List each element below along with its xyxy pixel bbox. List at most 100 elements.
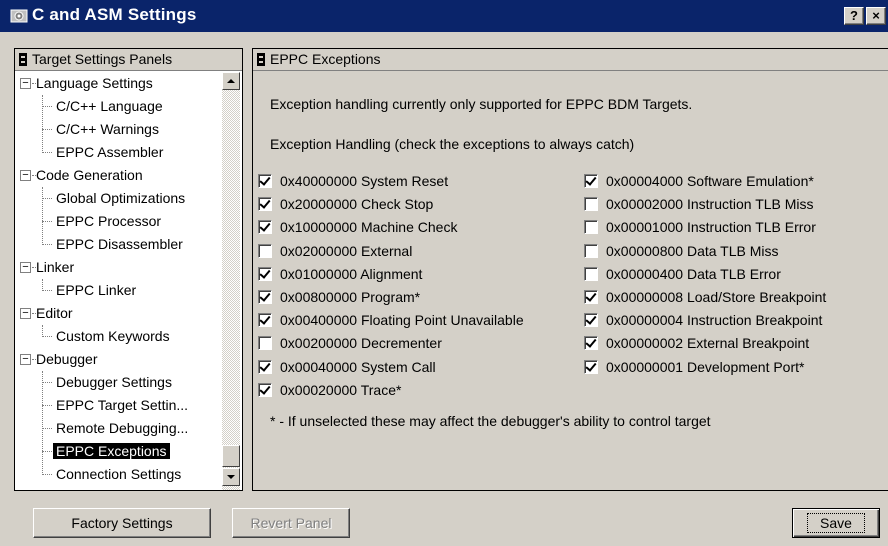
checkbox-checked[interactable] xyxy=(584,174,598,188)
scroll-down-button[interactable] xyxy=(222,468,240,486)
tree-item[interactable]: EPPC Exceptions xyxy=(53,440,170,463)
support-note: Exception handling currently only suppor… xyxy=(270,96,693,112)
checkbox-checked[interactable] xyxy=(258,174,272,188)
window-title: C and ASM Settings xyxy=(32,5,197,24)
tree-item[interactable]: C/C++ Language xyxy=(56,95,163,118)
tree-connector xyxy=(42,279,43,291)
tree-group-4[interactable]: Debugger xyxy=(36,348,98,371)
tree-connector xyxy=(32,267,36,268)
checkbox-unchecked[interactable] xyxy=(258,243,272,258)
tree-item-label: EPPC Exceptions xyxy=(53,443,170,459)
tree-item-label: EPPC Linker xyxy=(56,282,137,298)
checkbox-checked[interactable] xyxy=(258,220,272,235)
checkbox-checked[interactable] xyxy=(258,290,272,304)
exception-checkbox-row[interactable]: 0x00000002 External Breakpoint xyxy=(584,335,809,357)
exception-checkbox-row[interactable]: 0x00000800 Data TLB Miss xyxy=(584,243,779,265)
exception-checkbox-row[interactable]: 0x20000000 Check Stop xyxy=(258,196,433,218)
checkbox-checked[interactable] xyxy=(258,313,272,328)
tree-item[interactable]: Connection Settings xyxy=(56,463,181,486)
tree-scrollbar[interactable] xyxy=(222,72,240,490)
checkbox-checked[interactable] xyxy=(258,359,272,374)
scroll-thumb[interactable] xyxy=(222,445,240,467)
tree-item-label: Global Optimizations xyxy=(56,190,186,206)
tree-item-label: Custom Keywords xyxy=(56,328,170,344)
tree-connector xyxy=(42,451,52,452)
collapse-icon[interactable]: − xyxy=(20,308,31,319)
tree-item[interactable]: EPPC Linker xyxy=(56,279,136,302)
tree-item[interactable]: EPPC Disassembler xyxy=(56,233,183,256)
exception-checkbox-row[interactable]: 0x00002000 Instruction TLB Miss xyxy=(584,196,814,218)
collapse-icon[interactable]: − xyxy=(20,262,31,273)
checkbox-checked[interactable] xyxy=(584,336,598,351)
checkbox-unchecked[interactable] xyxy=(584,220,598,235)
checkbox-checked[interactable] xyxy=(258,382,272,397)
tree-item[interactable]: EPPC Target Settin... xyxy=(56,394,188,417)
exception-label: 0x00001000 Instruction TLB Error xyxy=(606,219,816,236)
exception-checkbox-row[interactable]: 0x00000001 Development Port* xyxy=(584,359,804,381)
checkbox-unchecked[interactable] xyxy=(584,243,598,258)
checkbox-checked[interactable] xyxy=(258,266,272,281)
tree-item-label: EPPC Assembler xyxy=(56,144,164,160)
collapse-icon[interactable]: − xyxy=(20,78,31,89)
tree-item-label: EPPC Disassembler xyxy=(56,236,183,252)
settings-tree[interactable]: Language Settings − C/C++ Language C/C++ Wa… xyxy=(16,72,240,490)
checkbox-checked[interactable] xyxy=(584,359,598,374)
tree-item[interactable]: Global Optimizations xyxy=(56,187,185,210)
tree-connector xyxy=(42,244,52,245)
tree-item[interactable]: EPPC Assembler xyxy=(56,141,163,164)
tree-connector xyxy=(32,313,36,314)
exception-checkbox-row[interactable]: 0x00000008 Load/Store Breakpoint xyxy=(584,289,826,311)
checkbox-unchecked[interactable] xyxy=(258,336,272,351)
exceptions-header-label: EPPC Exceptions xyxy=(270,51,381,67)
tree-panel: Target Settings Panels Language Settings… xyxy=(14,48,243,491)
checkbox-unchecked[interactable] xyxy=(584,197,598,212)
tree-connector xyxy=(32,359,36,360)
exception-checkbox-row[interactable]: 0x01000000 Alignment xyxy=(258,266,422,288)
exception-checkbox-row[interactable]: 0x40000000 System Reset xyxy=(258,173,448,195)
exception-checkbox-row[interactable]: 0x00000400 Data TLB Error xyxy=(584,266,781,288)
exception-checkbox-row[interactable]: 0x00400000 Floating Point Unavailable xyxy=(258,312,524,334)
tree-item[interactable]: Custom Keywords xyxy=(56,325,170,348)
revert-panel-button[interactable]: Revert Panel xyxy=(232,508,350,538)
collapse-icon[interactable]: − xyxy=(20,354,31,365)
exception-checkbox-row[interactable]: 0x00020000 Trace* xyxy=(258,382,401,404)
checkbox-checked[interactable] xyxy=(584,313,598,328)
factory-settings-button[interactable]: Factory Settings xyxy=(33,508,211,538)
exception-checkbox-row[interactable]: 0x10000000 Machine Check xyxy=(258,219,457,241)
checkbox-unchecked[interactable] xyxy=(584,266,598,281)
exception-checkbox-row[interactable]: 0x00040000 System Call xyxy=(258,359,436,381)
exception-label: 0x00800000 Program* xyxy=(280,289,421,305)
exceptions-panel-header: EPPC Exceptions xyxy=(253,49,888,71)
tree-connector xyxy=(42,474,52,475)
scroll-up-button[interactable] xyxy=(222,72,240,90)
tree-group-3[interactable]: Editor xyxy=(36,302,73,325)
exception-checkbox-row[interactable]: 0x00000004 Instruction Breakpoint xyxy=(584,312,822,334)
exception-checkbox-row[interactable]: 0x00200000 Decrementer xyxy=(258,335,442,357)
exception-checkbox-row[interactable]: 0x00800000 Program* xyxy=(258,289,420,311)
footnote: * - If unselected these may affect the d… xyxy=(270,413,711,429)
checkbox-checked[interactable] xyxy=(258,197,272,212)
tree-item-label: EPPC Target Settin... xyxy=(56,397,189,413)
tree-group-0[interactable]: Language Settings xyxy=(36,72,153,95)
tree-group-2[interactable]: Linker xyxy=(36,256,74,279)
help-button[interactable]: ? xyxy=(844,7,864,25)
exception-label: 0x10000000 Machine Check xyxy=(280,219,458,236)
tree-item[interactable]: C/C++ Warnings xyxy=(56,118,159,141)
tree-item-label: Connection Settings xyxy=(56,466,182,482)
tree-item[interactable]: EPPC Processor xyxy=(56,210,161,233)
exception-checkbox-row[interactable]: 0x00004000 Software Emulation* xyxy=(584,173,814,195)
tree-group-1[interactable]: Code Generation xyxy=(36,164,143,187)
tree-connector xyxy=(42,405,52,406)
save-button[interactable]: Save xyxy=(792,508,880,538)
tree-item[interactable]: Debugger Settings xyxy=(56,371,172,394)
close-button[interactable]: × xyxy=(866,7,886,25)
collapse-icon[interactable]: − xyxy=(20,170,31,181)
tree-connector xyxy=(42,187,43,245)
tree-item[interactable]: Remote Debugging... xyxy=(56,417,188,440)
checkbox-checked[interactable] xyxy=(584,290,598,304)
tree-item-label: Remote Debugging... xyxy=(56,420,189,436)
tree-connector xyxy=(42,371,43,475)
exception-checkbox-row[interactable]: 0x00001000 Instruction TLB Error xyxy=(584,219,816,241)
exception-checkbox-row[interactable]: 0x02000000 External xyxy=(258,243,412,265)
panel-marker-icon xyxy=(19,53,27,66)
